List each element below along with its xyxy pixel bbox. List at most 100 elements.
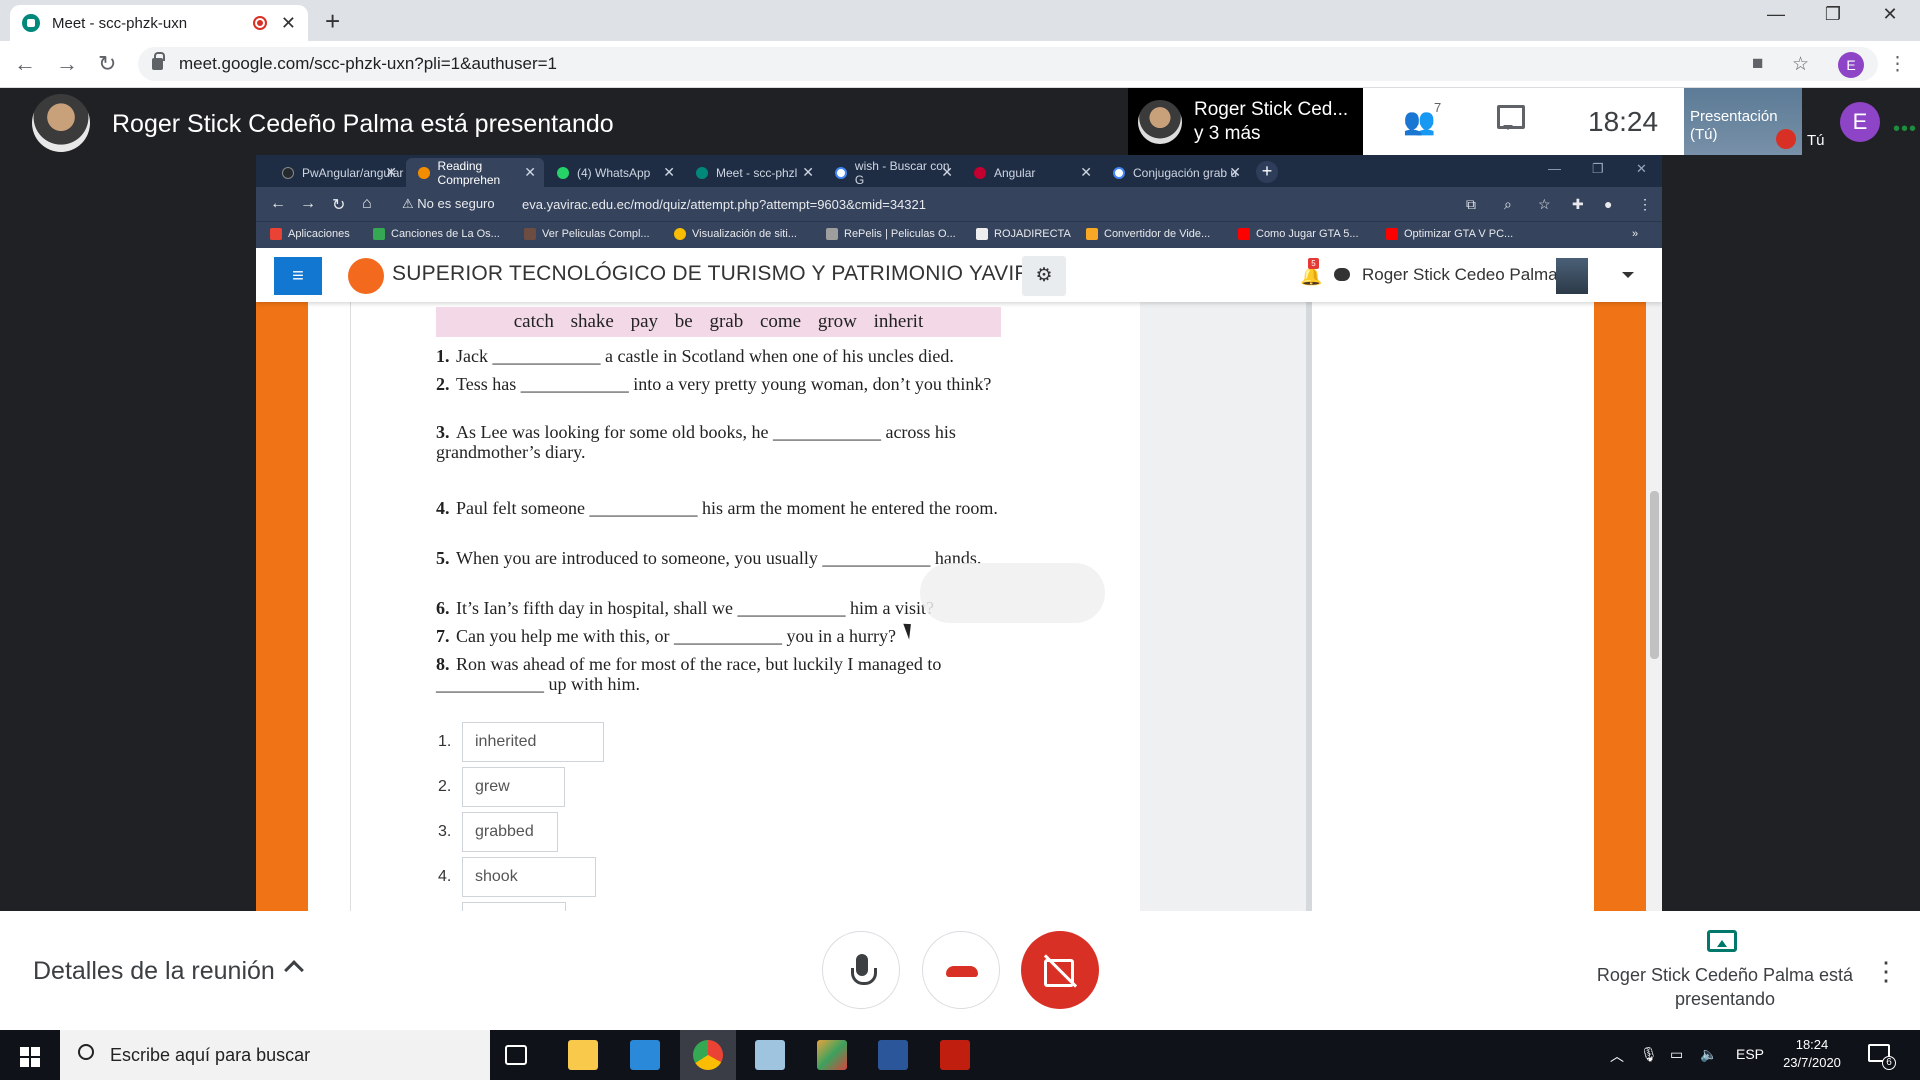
camera-off-button[interactable] <box>1021 931 1099 1009</box>
presenter-tile-name: Roger Stick Ced... y 3 más <box>1194 98 1348 146</box>
chrome-icon[interactable] <box>693 1040 723 1070</box>
zoom-icon: ⌕ <box>1504 196 1512 212</box>
moodle-content: catch shake pay be grab come grow inheri… <box>256 302 1662 911</box>
scrollbar-thumb <box>1650 491 1659 659</box>
more-bookmarks-icon: » <box>1632 228 1639 240</box>
bookmark-star-icon[interactable]: ☆ <box>1792 53 1809 76</box>
volume-icon[interactable]: 🔈 <box>1700 1046 1717 1063</box>
answer-row: 4. shook <box>438 857 596 897</box>
bookmark-icon <box>1086 228 1098 240</box>
question-item: 2. Tess has ____________ into a very pret… <box>436 374 992 394</box>
forward-icon[interactable]: → <box>56 51 78 77</box>
profile-icon: ● <box>1604 196 1613 212</box>
windows-taskbar: Escribe aquí para buscar ︿ 🎙 ▭ 🔈 ESP 18:… <box>0 1030 1920 1080</box>
google-icon <box>1113 166 1125 179</box>
chevron-up-icon[interactable] <box>284 960 304 980</box>
bookmark-item: ROJADIRECTA <box>976 228 1071 240</box>
whatsapp-icon <box>557 166 569 179</box>
shared-url: eva.yavirac.edu.ec/mod/quiz/attempt.php?… <box>522 197 926 212</box>
git-icon[interactable] <box>817 1040 847 1070</box>
shared-forward-icon: → <box>300 195 316 212</box>
shared-close-icon: ✕ <box>1636 161 1647 176</box>
settings-gear-icon: ⚙ <box>1022 256 1066 296</box>
task-view-icon[interactable] <box>505 1045 527 1065</box>
people-icon[interactable]: 👥 <box>1403 106 1435 137</box>
question-item: 7. Can you help me with this, or ________… <box>436 626 896 646</box>
shared-tab-strip: PwAngular/angular ✕ Reading Comprehen ✕ (4… <box>256 155 1662 187</box>
user-avatar <box>1556 258 1588 294</box>
acrobat-icon[interactable] <box>940 1040 970 1070</box>
bookmark-item: RePelis | Peliculas O... <box>826 228 956 240</box>
new-tab-button[interactable]: + <box>325 6 340 37</box>
bookmark-item: Visualización de siti... <box>674 228 797 240</box>
messages-icon <box>1334 268 1350 281</box>
browser-menu-icon[interactable]: ⋮ <box>1888 53 1907 76</box>
system-clock[interactable]: 18:24 23/7/2020 <box>1772 1036 1852 1072</box>
language-indicator[interactable]: ESP <box>1736 1046 1764 1062</box>
notification-badge: 5 <box>1308 258 1319 269</box>
notepad-icon[interactable] <box>755 1040 785 1070</box>
answer-input[interactable]: grabbed <box>462 812 558 852</box>
windows-start-icon[interactable] <box>20 1047 40 1067</box>
speaking-indicator-icon: ••• <box>1893 118 1918 140</box>
participants-count: 7 <box>1434 100 1442 115</box>
reload-icon[interactable]: ↻ <box>98 51 116 77</box>
shared-new-tab-icon: + <box>1256 161 1278 183</box>
orange-margin-left <box>256 302 308 911</box>
bookmark-icon <box>524 228 536 240</box>
column-divider <box>350 302 351 911</box>
shared-minimize-icon: — <box>1548 161 1561 176</box>
side-column <box>1140 302 1312 911</box>
address-bar[interactable]: meet.google.com/scc-phzk-uxn?pli=1&authu… <box>138 47 1878 81</box>
close-tab-icon: ✕ <box>385 164 397 180</box>
present-screen-icon[interactable] <box>1707 930 1737 952</box>
institute-logo <box>348 258 384 294</box>
leave-call-button[interactable] <box>922 931 1000 1009</box>
github-icon <box>282 166 294 179</box>
recording-icon <box>252 16 267 30</box>
bookmark-icon <box>373 228 385 240</box>
shared-home-icon: ⌂ <box>362 195 372 212</box>
minimize-window-icon[interactable]: — <box>1748 4 1804 25</box>
network-icon[interactable]: ▭ <box>1670 1046 1683 1063</box>
taskbar-search[interactable]: Escribe aquí para buscar <box>60 1030 490 1080</box>
bookmark-item: Convertidor de Vide... <box>1086 228 1210 240</box>
answer-input[interactable]: shook <box>462 857 596 897</box>
meeting-details-button[interactable]: Detalles de la reunión <box>33 957 275 986</box>
self-view-tile[interactable]: Presentación (Tú) <box>1684 88 1802 155</box>
close-window-icon[interactable]: ✕ <box>1862 4 1918 25</box>
browser-tab-meet[interactable]: Meet - scc-phzk-uxn ✕ <box>10 5 308 41</box>
answer-input[interactable]: grew <box>462 767 565 807</box>
word-icon[interactable] <box>878 1040 908 1070</box>
shared-tab: Conjugación grab u ✕ <box>1101 158 1249 187</box>
meet-favicon-icon <box>22 14 40 32</box>
answer-input[interactable]: inherited <box>462 722 604 762</box>
back-icon[interactable]: ← <box>14 51 36 77</box>
camera-icon[interactable]: ■ <box>1752 53 1763 75</box>
word-bank: catch shake pay be grab come grow inheri… <box>436 307 1001 337</box>
vscode-icon[interactable] <box>630 1040 660 1070</box>
presenter-tile[interactable]: Roger Stick Ced... y 3 más <box>1128 88 1363 155</box>
profile-avatar[interactable]: E <box>1838 52 1864 78</box>
show-hidden-icons[interactable]: ︿ <box>1610 1046 1624 1066</box>
address-url: meet.google.com/scc-phzk-uxn?pli=1&authu… <box>179 54 557 73</box>
presenter-name-line2: y 3 más <box>1194 123 1261 144</box>
notification-bell-icon: 🔔 <box>1300 266 1323 286</box>
search-icon <box>78 1044 94 1060</box>
chat-icon[interactable] <box>1497 105 1525 130</box>
microphone-tray-icon[interactable]: 🎙 <box>1640 1046 1658 1063</box>
close-tab-icon[interactable]: ✕ <box>281 13 296 34</box>
more-options-icon[interactable]: ⋮ <box>1873 956 1899 987</box>
restore-window-icon[interactable]: ❐ <box>1805 4 1861 25</box>
angular-icon <box>974 166 986 179</box>
file-explorer-icon[interactable] <box>568 1040 598 1070</box>
bookmark-item: Canciones de La Os... <box>373 228 500 240</box>
microphone-button[interactable] <box>822 931 900 1009</box>
user-menu-caret-icon <box>1622 272 1634 284</box>
close-tab-icon: ✕ <box>802 164 814 180</box>
meet-controls-bar: Detalles de la reunión Roger Stick Cedeñ… <box>0 911 1920 1030</box>
shared-tab: Angular ✕ <box>962 158 1100 187</box>
question-item: 4. Paul felt someone ____________ his arm… <box>436 498 998 518</box>
answer-input[interactable] <box>462 902 566 911</box>
question-item: 8. Ron was ahead of me for most of the ra… <box>436 654 942 694</box>
